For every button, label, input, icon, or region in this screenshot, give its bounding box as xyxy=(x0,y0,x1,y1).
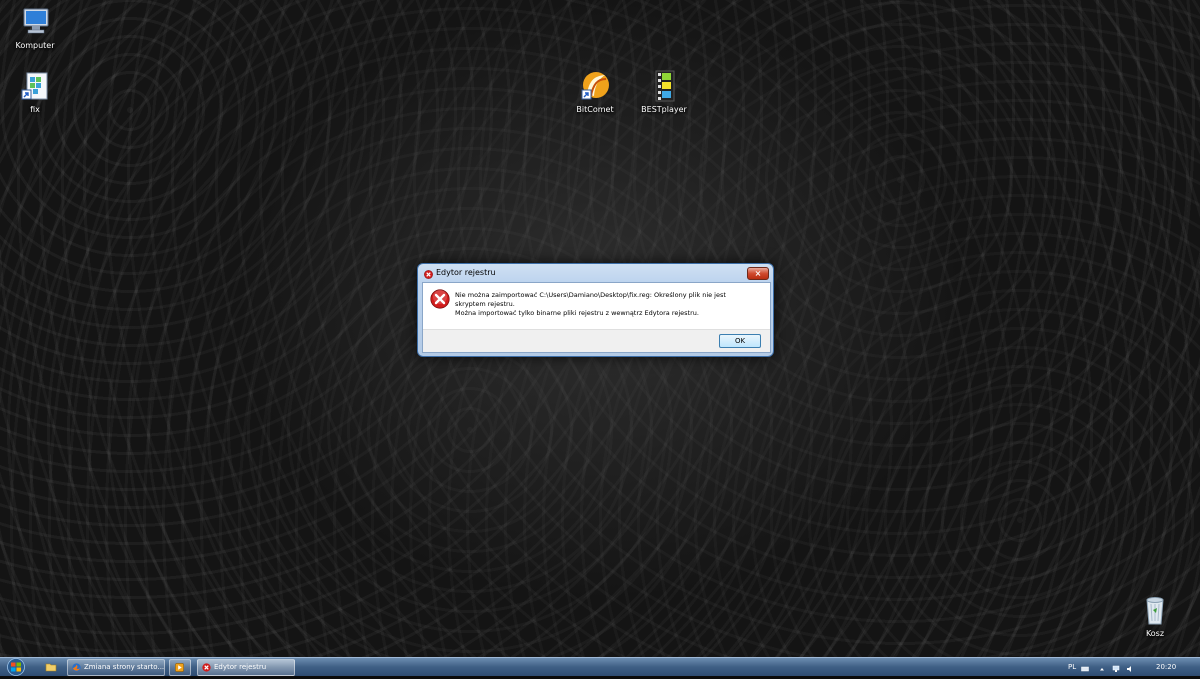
ok-button[interactable]: OK xyxy=(719,334,761,348)
dialog-message-line: Można importować tylko binarne pliki rej… xyxy=(455,309,699,317)
recycle-bin-icon xyxy=(1139,594,1171,626)
volume-icon[interactable] xyxy=(1126,663,1134,672)
desktop-icon-bitcomet[interactable]: BitComet xyxy=(559,70,631,115)
error-icon xyxy=(430,289,450,309)
taskbar-item-media-player[interactable] xyxy=(169,659,191,676)
error-icon xyxy=(202,663,211,672)
registry-editor-error-dialog: Edytor rejestru × Nie można zaimportować… xyxy=(417,263,774,357)
video-player-icon xyxy=(648,70,680,102)
desktop-icon-label: BitComet xyxy=(576,105,614,114)
language-indicator[interactable]: PL xyxy=(1068,658,1076,676)
firefox-icon xyxy=(72,663,81,672)
network-icon[interactable] xyxy=(1112,663,1120,672)
desktop-icon-label: fix xyxy=(30,105,40,114)
desktop-icon-label: Kosz xyxy=(1145,629,1165,638)
taskbar-item-label: Zmiana strony starto... xyxy=(84,663,165,671)
desktop-icon-label: Komputer xyxy=(15,41,55,50)
taskbar: Zmiana strony starto... Edytor rejestru … xyxy=(0,657,1200,676)
dialog-button-bar: OK xyxy=(423,329,770,352)
error-icon xyxy=(424,269,433,279)
bitcomet-icon xyxy=(579,70,611,102)
taskbar-item-firefox[interactable]: Zmiana strony starto... xyxy=(67,659,165,676)
taskbar-item-registry-editor[interactable]: Edytor rejestru xyxy=(197,659,295,676)
taskbar-item-label: Edytor rejestru xyxy=(214,663,267,671)
desktop-icon-fix[interactable]: fix xyxy=(0,70,71,115)
media-player-icon xyxy=(175,663,184,672)
dialog-message: Nie można zaimportować C:\Users\Damiano\… xyxy=(455,291,755,318)
start-button[interactable] xyxy=(4,658,28,676)
computer-icon xyxy=(19,6,51,38)
desktop-icon-recycle-bin[interactable]: Kosz xyxy=(1119,594,1191,639)
windows-start-icon xyxy=(7,658,25,676)
desktop-icon-bestplayer[interactable]: BESTplayer xyxy=(628,70,700,115)
dialog-content: Nie można zaimportować C:\Users\Damiano\… xyxy=(422,282,771,353)
close-icon: × xyxy=(754,269,762,278)
dialog-title: Edytor rejestru xyxy=(436,268,496,277)
desktop-icon-label: BESTplayer xyxy=(641,105,687,114)
keyboard-icon[interactable] xyxy=(1081,663,1089,672)
desktop-icon-computer[interactable]: Komputer xyxy=(0,6,71,51)
clock[interactable]: 20:20 xyxy=(1156,658,1176,676)
registry-file-icon xyxy=(19,70,51,102)
dialog-message-line: Nie można zaimportować C:\Users\Damiano\… xyxy=(455,291,729,308)
folder-icon[interactable] xyxy=(45,661,57,673)
dialog-titlebar[interactable]: Edytor rejestru × xyxy=(418,264,773,282)
show-hidden-icons-icon[interactable] xyxy=(1098,663,1106,671)
close-button[interactable]: × xyxy=(747,267,769,280)
desktop: Komputer fix BitComet BESTplayer Kosz Ed… xyxy=(0,0,1200,657)
